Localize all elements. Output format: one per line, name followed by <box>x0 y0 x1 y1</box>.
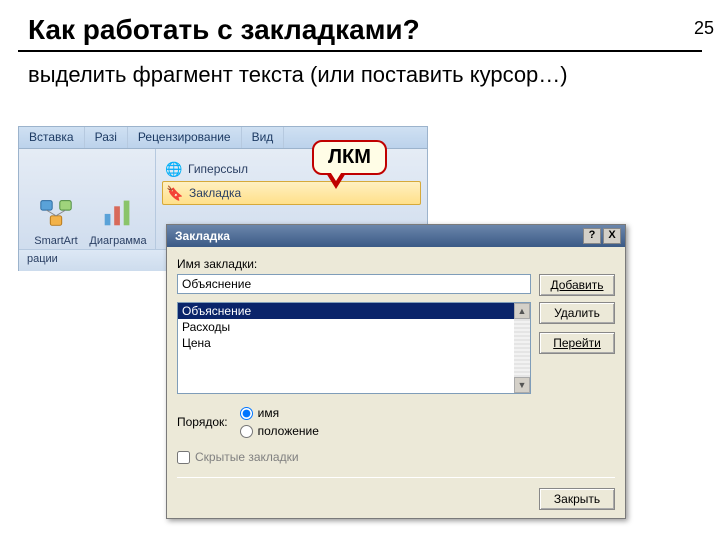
smartart-button[interactable]: SmartArt <box>25 193 87 247</box>
add-button[interactable]: Добавить <box>539 274 615 296</box>
globe-icon: 🌐 <box>166 161 182 177</box>
list-item[interactable]: Объяснение <box>178 303 514 319</box>
dialog-title: Закладка <box>175 229 230 243</box>
callout: ЛКМ <box>312 140 387 200</box>
order-name-label: имя <box>258 406 279 420</box>
ribbon-tab-layout[interactable]: Разі <box>85 127 128 148</box>
bookmark-listbox[interactable]: Объяснение Расходы Цена ▲ ▼ <box>177 302 531 394</box>
close-button[interactable]: X <box>603 228 621 244</box>
dialog-separator <box>177 477 615 478</box>
scroll-up-icon[interactable]: ▲ <box>514 303 530 319</box>
goto-button[interactable]: Перейти <box>539 332 615 354</box>
bookmark-dialog: Закладка ? X Имя закладки: Добавить Объя… <box>166 224 626 519</box>
smartart-label: SmartArt <box>34 235 77 247</box>
list-item[interactable]: Расходы <box>178 319 514 335</box>
bookmark-label: Закладка <box>189 186 241 200</box>
slide-number: 25 <box>694 18 714 39</box>
chart-icon <box>99 193 137 231</box>
ribbon-tab-view[interactable]: Вид <box>242 127 285 148</box>
order-label: Порядок: <box>177 415 228 429</box>
diagram-label: Диаграмма <box>89 235 146 247</box>
diagram-button[interactable]: Диаграмма <box>87 193 149 247</box>
close-dialog-button[interactable]: Закрыть <box>539 488 615 510</box>
ribbon-tab-review[interactable]: Рецензирование <box>128 127 242 148</box>
page-subtitle: выделить фрагмент текста (или поставить … <box>28 62 720 88</box>
page-title: Как работать с закладками? <box>28 14 720 46</box>
help-button[interactable]: ? <box>583 228 601 244</box>
scroll-down-icon[interactable]: ▼ <box>514 377 530 393</box>
listbox-scrollbar[interactable]: ▲ ▼ <box>514 303 530 393</box>
hidden-bookmarks-label: Скрытые закладки <box>195 450 299 464</box>
list-item[interactable]: Цена <box>178 335 514 351</box>
callout-tail-inner <box>329 170 343 181</box>
ribbon-illustrations-group: SmartArt Диаграмма <box>19 149 156 249</box>
checkbox-input[interactable] <box>177 451 190 464</box>
bookmark-icon: 🔖 <box>167 185 183 201</box>
hidden-bookmarks-checkbox[interactable]: Скрытые закладки <box>177 450 299 464</box>
title-rule <box>18 50 702 52</box>
order-position-radio[interactable]: положение <box>240 424 319 438</box>
radio-input[interactable] <box>240 425 253 438</box>
order-position-label: положение <box>258 424 319 438</box>
hyperlink-label: Гиперссыл <box>188 162 248 176</box>
smartart-icon <box>37 193 75 231</box>
dialog-titlebar[interactable]: Закладка ? X <box>167 225 625 247</box>
bookmark-name-input[interactable] <box>177 274 531 294</box>
scroll-track[interactable] <box>514 319 530 377</box>
order-name-radio[interactable]: имя <box>240 406 319 420</box>
radio-input[interactable] <box>240 407 253 420</box>
callout-bubble: ЛКМ <box>312 140 387 175</box>
ribbon-tab-insert[interactable]: Вставка <box>19 127 85 148</box>
delete-button[interactable]: Удалить <box>539 302 615 324</box>
bookmark-name-label: Имя закладки: <box>177 257 615 271</box>
